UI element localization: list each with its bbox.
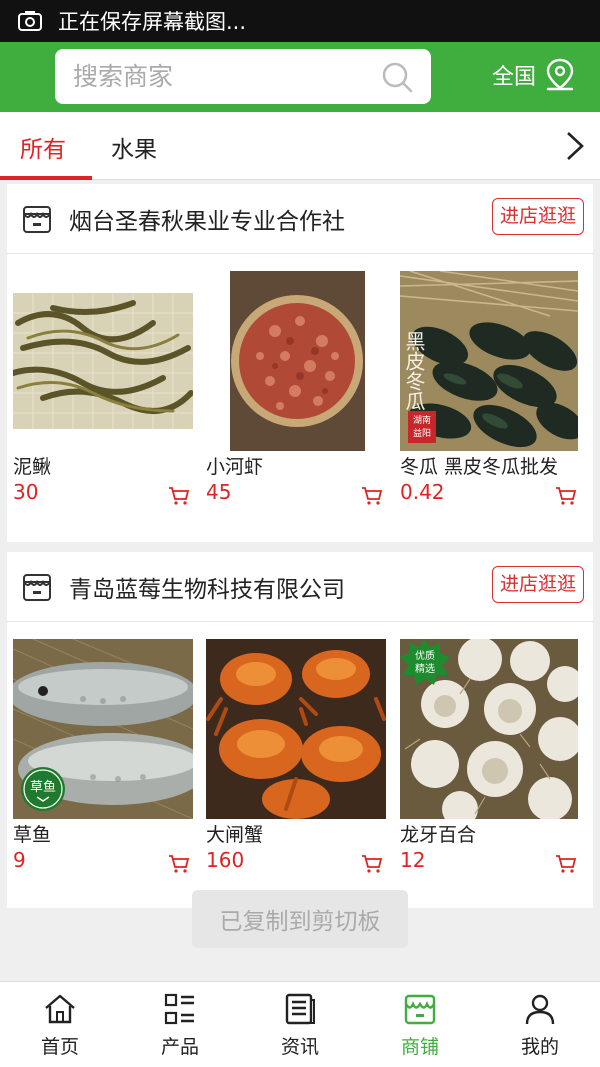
tab-fruit[interactable]: 水果 bbox=[111, 130, 157, 164]
product-card[interactable]: 小河虾 45 bbox=[206, 254, 386, 540]
svg-text:优质: 优质 bbox=[415, 649, 435, 662]
svg-text:精选: 精选 bbox=[415, 662, 435, 675]
product-image-grass-carp[interactable]: 草鱼 bbox=[13, 639, 193, 819]
image-badge: 草鱼 bbox=[30, 779, 56, 795]
nav-label: 我的 bbox=[520, 1036, 559, 1058]
product-name[interactable]: 草鱼 bbox=[13, 820, 51, 847]
product-name[interactable]: 龙牙百合 bbox=[400, 820, 476, 847]
status-bar: 正在保存屏幕截图... bbox=[0, 0, 600, 42]
active-tab-indicator bbox=[0, 176, 92, 180]
product-row: 草鱼 草鱼 9 大闸蟹 160 优质 精选 龙牙百合 12 bbox=[7, 622, 593, 908]
nav-mine[interactable]: 我的 bbox=[480, 982, 600, 1067]
product-name[interactable]: 小河虾 bbox=[206, 452, 263, 479]
chevron-right-icon[interactable] bbox=[564, 130, 586, 162]
header: 全国 bbox=[0, 42, 600, 112]
shop-card: 青岛蓝莓生物科技有限公司 进店逛逛 草鱼 草鱼 9 大闸蟹 160 优质 精选 … bbox=[7, 552, 593, 908]
home-icon bbox=[45, 994, 75, 1024]
region-label: 全国 bbox=[492, 65, 537, 90]
nav-label: 商铺 bbox=[400, 1036, 439, 1058]
product-image-loach[interactable] bbox=[13, 293, 193, 429]
search-icon[interactable] bbox=[381, 61, 413, 93]
product-card[interactable]: 黑皮冬瓜 湖南 益阳 冬瓜 黑皮冬瓜批发 0.42 bbox=[400, 254, 580, 540]
nav-shops[interactable]: 商铺 bbox=[360, 982, 480, 1067]
tab-all[interactable]: 所有 bbox=[20, 130, 66, 164]
shop-card: 烟台圣春秋果业专业合作社 进店逛逛 泥鳅 30 小河虾 45 黑皮冬瓜 湖南 益… bbox=[7, 184, 593, 542]
shop-name[interactable]: 青岛蓝莓生物科技有限公司 bbox=[69, 570, 345, 604]
product-list-icon bbox=[164, 993, 194, 1025]
product-card[interactable]: 泥鳅 30 bbox=[13, 254, 193, 540]
shop-name[interactable]: 烟台圣春秋果业专业合作社 bbox=[69, 202, 345, 236]
nav-label: 首页 bbox=[40, 1036, 79, 1058]
enter-shop-button[interactable]: 进店逛逛 bbox=[491, 198, 584, 235]
nav-label: 资讯 bbox=[280, 1036, 319, 1058]
add-to-cart-icon[interactable] bbox=[555, 486, 577, 506]
product-price: 9 bbox=[13, 848, 26, 872]
add-to-cart-icon[interactable] bbox=[168, 486, 190, 506]
shop-header: 青岛蓝莓生物科技有限公司 进店逛逛 bbox=[7, 552, 593, 622]
nav-home[interactable]: 首页 bbox=[0, 982, 120, 1067]
nav-products[interactable]: 产品 bbox=[120, 982, 240, 1067]
product-image-shrimp[interactable] bbox=[230, 271, 365, 451]
product-price: 160 bbox=[206, 848, 245, 872]
add-to-cart-icon[interactable] bbox=[361, 854, 383, 874]
product-price: 12 bbox=[400, 848, 426, 872]
nav-news[interactable]: 资讯 bbox=[240, 982, 360, 1067]
region-selector[interactable]: 全国 bbox=[492, 58, 576, 92]
add-to-cart-icon[interactable] bbox=[361, 486, 383, 506]
product-name[interactable]: 大闸蟹 bbox=[206, 820, 263, 847]
screenshot-icon bbox=[18, 11, 42, 31]
user-icon bbox=[525, 994, 555, 1025]
product-image-hairy-crab[interactable] bbox=[206, 639, 386, 819]
location-pin-icon bbox=[546, 58, 574, 91]
add-to-cart-icon[interactable] bbox=[168, 854, 190, 874]
enter-shop-button[interactable]: 进店逛逛 bbox=[491, 566, 584, 603]
product-price: 45 bbox=[206, 480, 232, 504]
image-text: 黑皮冬瓜 bbox=[402, 331, 426, 411]
bottom-nav: 首页 产品 资讯 商铺 我的 bbox=[0, 981, 600, 1067]
product-price: 0.42 bbox=[400, 480, 445, 504]
product-image-winter-melon[interactable]: 黑皮冬瓜 湖南 益阳 bbox=[400, 271, 578, 451]
product-row: 泥鳅 30 小河虾 45 黑皮冬瓜 湖南 益阳 冬瓜 黑皮冬瓜批发 0.42 bbox=[7, 254, 593, 540]
nav-label: 产品 bbox=[160, 1036, 199, 1058]
product-name[interactable]: 冬瓜 黑皮冬瓜批发 bbox=[400, 452, 558, 479]
toast-message: 已复制到剪切板 bbox=[192, 890, 408, 948]
search-input[interactable] bbox=[73, 62, 363, 91]
shop-header: 烟台圣春秋果业专业合作社 进店逛逛 bbox=[7, 184, 593, 254]
storefront-icon bbox=[23, 573, 51, 601]
news-icon bbox=[285, 993, 315, 1025]
status-text: 正在保存屏幕截图... bbox=[58, 10, 247, 34]
shop-icon bbox=[404, 994, 436, 1025]
svg-text:益阳: 益阳 bbox=[413, 427, 431, 439]
product-card[interactable]: 草鱼 草鱼 9 bbox=[13, 622, 193, 908]
product-card[interactable]: 优质 精选 龙牙百合 12 bbox=[400, 622, 580, 908]
category-tabs: 所有 水果 bbox=[0, 112, 600, 180]
product-image-lily-bulb[interactable]: 优质 精选 bbox=[400, 639, 578, 819]
storefront-icon bbox=[23, 205, 51, 233]
svg-text:湖南: 湖南 bbox=[413, 414, 431, 426]
search-box[interactable] bbox=[55, 49, 431, 104]
add-to-cart-icon[interactable] bbox=[555, 854, 577, 874]
product-name[interactable]: 泥鳅 bbox=[13, 452, 51, 479]
product-price: 30 bbox=[13, 480, 39, 504]
product-card[interactable]: 大闸蟹 160 bbox=[206, 622, 386, 908]
